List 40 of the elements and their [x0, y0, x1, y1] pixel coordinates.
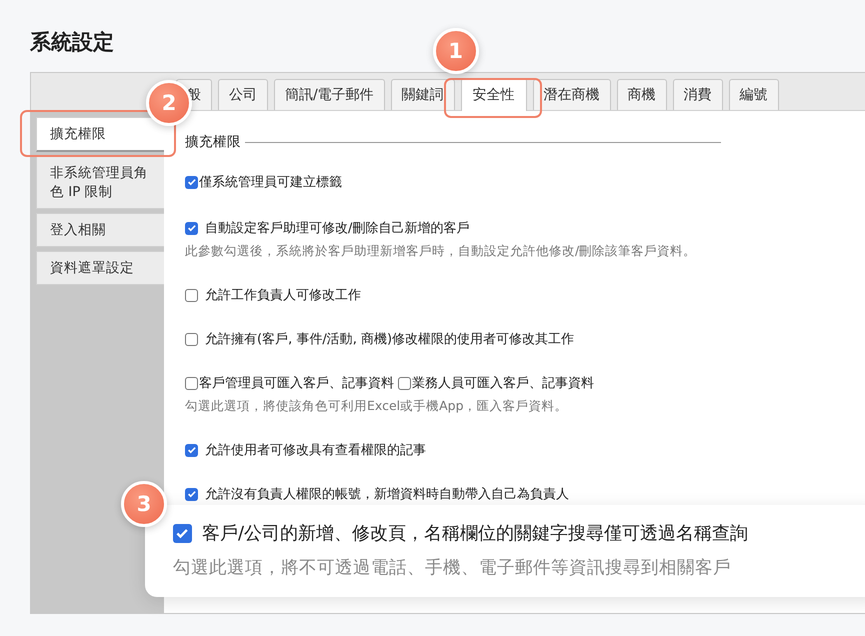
tab[interactable]: 潛在商機	[532, 79, 611, 110]
checkbox[interactable]	[185, 288, 198, 302]
checkmark-icon	[186, 223, 196, 233]
checkbox[interactable]	[185, 444, 198, 456]
option-label: 客戶/公司的新增、修改頁，名稱欄位的關鍵字搜尋僅可透過名稱查詢	[202, 522, 748, 545]
tab[interactable]: 商機	[616, 79, 667, 110]
option-note: 此參數勾選後，系統將於客戶助理新增客戶時，自動設定允許他修改/刪除該筆客戶資料。	[185, 243, 698, 260]
option-label: 自動設定客戶助理可修改/刪除自己新增的客戶	[205, 220, 470, 237]
checkbox[interactable]	[185, 332, 198, 346]
checkbox[interactable]	[185, 376, 198, 390]
sidebar-item[interactable]: 擴充權限	[36, 117, 164, 152]
option-label: 業務人員可匯入客戶、記事資料	[412, 375, 594, 392]
sidebar-item[interactable]: 資料遮罩設定	[36, 251, 164, 285]
step-badge: 1	[432, 28, 479, 74]
tab[interactable]: 消費	[672, 79, 723, 110]
tab[interactable]: 安全性	[460, 78, 527, 111]
checkmark-icon	[186, 177, 196, 187]
checkbox[interactable]	[185, 222, 198, 234]
checkbox[interactable]	[398, 376, 411, 390]
option-note: 勾選此選項，將不可透過電話、手機、電子郵件等資訊搜尋到相關客戶	[173, 557, 732, 579]
checkmark-icon	[186, 445, 196, 455]
option-label: 允許擁有(客戶, 事件/活動, 商機)修改權限的使用者可修改其工作	[205, 331, 574, 348]
checkbox[interactable]	[173, 524, 192, 542]
page-title: 系統設定	[30, 29, 114, 56]
tab[interactable]: 編號	[728, 79, 779, 110]
checkbox[interactable]	[185, 176, 198, 188]
sidebar-item[interactable]: 登入相關	[36, 213, 164, 247]
tab[interactable]: 公司	[218, 79, 268, 110]
checkbox[interactable]	[185, 488, 198, 500]
option-label: 允許工作負責人可修改工作	[205, 287, 361, 304]
option-label: 允許沒有負責人權限的帳號，新增資料時自動帶入自己為負責人	[205, 486, 569, 503]
tab[interactable]: 簡訊/電子郵件	[274, 79, 385, 110]
checkmark-icon	[186, 489, 196, 499]
option-label: 客戶管理員可匯入客戶、記事資料	[199, 375, 394, 392]
option-label: 僅系統管理員可建立標籤	[199, 174, 342, 191]
section-title: 擴充權限	[185, 133, 241, 151]
tab[interactable]: 關鍵詞	[390, 79, 455, 110]
option-note: 勾選此選項，將使該角色可利用Excel或手機App，匯入客戶資料。	[185, 398, 569, 415]
sidebar-item[interactable]: 非系統管理員角色 IP 限制	[36, 156, 164, 209]
option-label: 允許使用者可修改具有查看權限的記事	[205, 442, 426, 459]
